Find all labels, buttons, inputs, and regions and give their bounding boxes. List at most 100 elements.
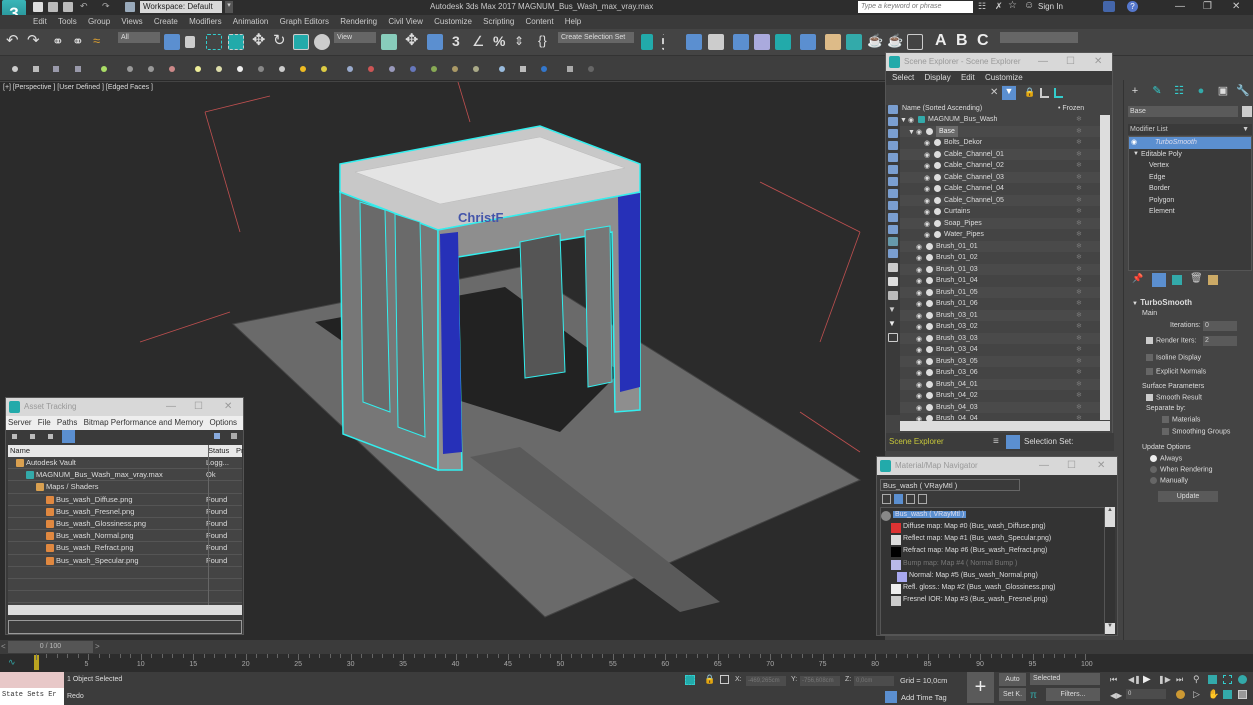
toolbar2-icon-12[interactable] — [258, 66, 264, 72]
curve-editor-mini-icon[interactable]: ∿ — [8, 657, 16, 668]
smoothing-groups-checkbox[interactable]: Smoothing Groups — [1162, 428, 1230, 435]
undo-quick-icon[interactable]: ↶ — [80, 1, 88, 12]
zoom-extents-icon[interactable] — [1223, 675, 1232, 684]
menu-help[interactable]: Help — [565, 15, 581, 29]
visibility-eye-icon[interactable]: ◉ — [924, 138, 933, 147]
col-proxy[interactable]: Pr — [236, 445, 244, 457]
manually-radio[interactable]: Manually — [1150, 477, 1188, 484]
scene-tree-row[interactable]: ▼ ◉ Base ❄ — [900, 125, 1100, 137]
display-tab-icon[interactable]: ▣ — [1216, 84, 1230, 98]
freeze-toggle-icon[interactable]: ❄ — [1076, 252, 1082, 264]
toolbar2-icon-14[interactable] — [300, 66, 306, 72]
scene-tree-row[interactable]: ◉ Soap_Pipes ❄ — [900, 217, 1100, 230]
display-cameras-icon[interactable] — [888, 141, 898, 150]
scene-tree-row[interactable]: ◉ Brush_04_01 ❄ — [900, 378, 1100, 391]
se-menu-display[interactable]: Display — [924, 73, 950, 82]
pivot-center-icon[interactable] — [381, 34, 397, 50]
menu-scripting[interactable]: Scripting — [483, 15, 514, 29]
se-menu-edit[interactable]: Edit — [961, 73, 975, 82]
render-a-icon[interactable]: A — [935, 33, 951, 50]
display-none-icon[interactable] — [888, 263, 898, 272]
material-navigator-titlebar[interactable]: Material/Map Navigator — ☐ ✕ — [877, 457, 1117, 475]
binoculars-icon[interactable]: ☷ — [978, 1, 986, 12]
visibility-eye-icon[interactable]: ◉ — [924, 173, 933, 182]
select-manipulate-icon[interactable]: ✥ — [405, 33, 421, 50]
stack-item-turbosmooth[interactable]: ◉ TurboSmooth — [1129, 137, 1251, 149]
zoom-icon[interactable]: ⚲ — [1193, 674, 1200, 685]
lock-icon[interactable]: 🔒 — [1024, 87, 1035, 98]
menu-customize[interactable]: Customize — [434, 15, 472, 29]
toolbar2-icon-26[interactable] — [567, 66, 573, 72]
placement-icon[interactable] — [314, 34, 330, 50]
time-tag-icon[interactable] — [885, 691, 897, 703]
filter-icon-2[interactable]: ▼ — [888, 319, 898, 328]
freeze-toggle-icon[interactable]: ❄ — [1076, 402, 1082, 414]
filter-icon[interactable]: ▼ — [1002, 86, 1016, 100]
at-menu-paths[interactable]: Paths — [57, 418, 77, 427]
freeze-toggle-icon[interactable]: ❄ — [1076, 218, 1082, 230]
visibility-eye-icon[interactable]: ◉ — [916, 357, 925, 366]
menu-edit[interactable]: Edit — [33, 15, 47, 29]
freeze-toggle-icon[interactable]: ❄ — [1076, 379, 1082, 391]
visibility-eye-icon[interactable]: ◉ — [924, 184, 933, 193]
eye-icon[interactable]: ◉ — [1131, 137, 1137, 149]
at-menu-server[interactable]: Server — [8, 418, 32, 427]
maxscript-listener-output[interactable] — [0, 672, 64, 688]
menu-create[interactable]: Create — [154, 15, 178, 29]
asset-row[interactable]: Autodesk Vault Logg... — [8, 457, 242, 470]
layer-explorer-icon[interactable] — [708, 34, 724, 50]
freeze-toggle-icon[interactable]: ❄ — [1076, 344, 1082, 356]
scene-tree-row[interactable]: ◉ Cable_Channel_03 ❄ — [900, 171, 1100, 184]
asset-row[interactable]: Bus_wash_Refract.png Found — [8, 542, 242, 555]
visibility-eye-icon[interactable]: ◉ — [916, 276, 925, 285]
render-production-icon[interactable]: ☕ — [867, 34, 883, 50]
asset-row[interactable]: Bus_wash_Fresnel.png Found — [8, 506, 242, 518]
timeline-ruler[interactable]: ∿ 5 10 15 20 25 30 35 40 45 50 55 60 65 70 75 80 85 90 95 1… — [0, 654, 1253, 672]
at-close-button[interactable]: ✕ — [224, 398, 232, 416]
make-unique-icon[interactable] — [1172, 275, 1182, 285]
stack-item-border[interactable]: Border — [1129, 183, 1251, 195]
new-file-icon[interactable] — [33, 2, 43, 12]
scene-tree-row[interactable]: ◉ Brush_01_01 ❄ — [900, 240, 1100, 252]
scale-icon[interactable] — [293, 34, 309, 50]
display-hidden-icon[interactable] — [888, 237, 898, 246]
add-time-tag[interactable]: Add Time Tag — [901, 693, 947, 702]
key-mode-icon[interactable]: ◀▶ — [1110, 691, 1122, 700]
toolbar2-icon-13[interactable] — [279, 66, 285, 72]
menu-animation[interactable]: Animation — [233, 15, 269, 29]
render-iters-checkbox[interactable]: Render Iters: — [1146, 337, 1196, 344]
hierarchy-tab-icon[interactable]: ☷ — [1172, 84, 1186, 98]
at-menu-file[interactable]: File — [38, 418, 51, 427]
display-containers-icon[interactable] — [888, 213, 898, 222]
selection-set-icon[interactable] — [1006, 435, 1020, 449]
at-minimize-button[interactable]: — — [166, 398, 176, 416]
set-key-button[interactable]: Set K. — [999, 688, 1026, 701]
angle-snap-icon[interactable]: ∠ — [472, 34, 488, 50]
favorites-star-icon[interactable]: ☆ — [1008, 0, 1017, 11]
go-to-start-icon[interactable]: ⏮ — [1110, 675, 1117, 685]
redo-quick-icon[interactable]: ↷ — [102, 1, 110, 12]
workspace-menu-icon[interactable]: ▾ — [225, 1, 233, 13]
rect-selection-icon[interactable] — [206, 34, 222, 50]
key-filters-button[interactable]: Filters... — [1046, 688, 1100, 701]
scene-tree-row[interactable]: ◉ Brush_01_06 ❄ — [900, 298, 1100, 310]
x-coordinate-field[interactable]: -469,265cm — [746, 676, 786, 686]
zoom-extents-all-icon[interactable] — [1238, 675, 1247, 684]
render-b-icon[interactable]: B — [956, 33, 972, 50]
snaps-toggle-icon[interactable]: 3 — [452, 34, 468, 50]
visibility-eye-icon[interactable]: ◉ — [916, 265, 925, 274]
mn-maximize-button[interactable]: ☐ — [1067, 457, 1076, 475]
visibility-eye-icon[interactable]: ◉ — [916, 380, 925, 389]
visibility-eye-icon[interactable]: ◉ — [916, 242, 925, 251]
freeze-toggle-icon[interactable]: ❄ — [1076, 172, 1082, 184]
map-row[interactable]: Diffuse map: Map #0 (Bus_wash_Diffuse.pn… — [891, 523, 1046, 533]
se-vertical-scrollbar[interactable] — [1100, 115, 1110, 420]
selection-set-dropdown[interactable]: Create Selection Set — [558, 32, 634, 43]
curve-editor-icon[interactable] — [754, 34, 770, 50]
utilities-tab-icon[interactable]: 🔧 — [1236, 84, 1250, 98]
view-icon-3[interactable] — [48, 434, 53, 439]
redo-icon[interactable]: ↷ — [27, 33, 43, 50]
stack-item-editable-poly[interactable]: ▼ Editable Poly — [1129, 149, 1251, 161]
visibility-eye-icon[interactable]: ◉ — [924, 207, 933, 216]
undo-icon[interactable]: ↶ — [6, 33, 22, 50]
